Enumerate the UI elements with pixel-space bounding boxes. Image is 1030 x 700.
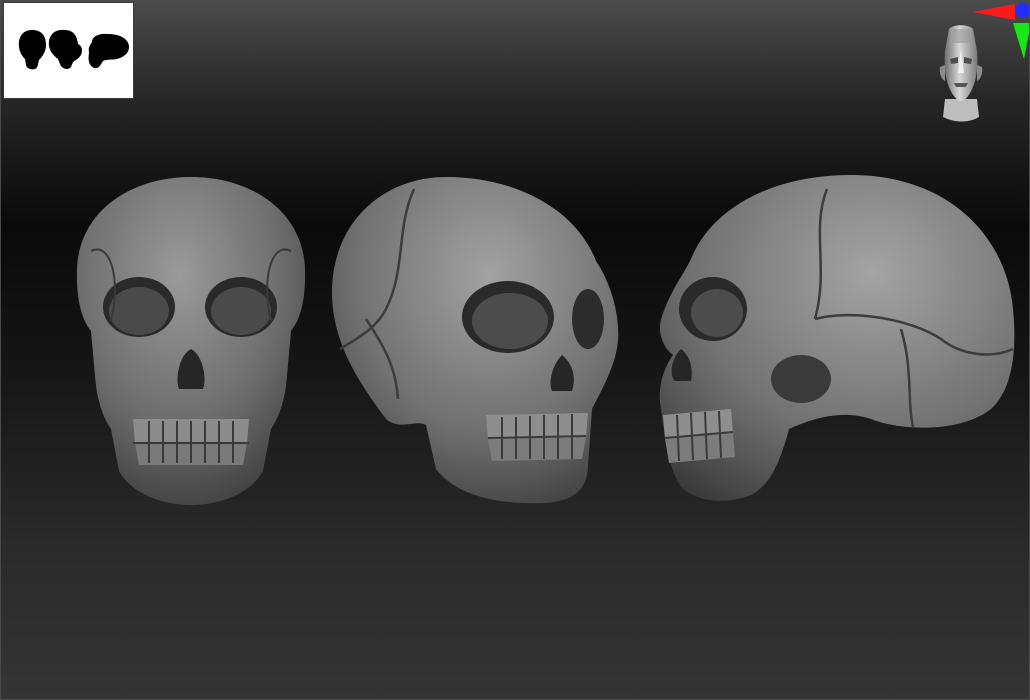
y-axis-arrow-icon: [1013, 23, 1029, 59]
skull-three-quarter-icon[interactable]: [326, 169, 626, 509]
skull-side-icon[interactable]: [651, 169, 1021, 509]
axis-gizmo[interactable]: [969, 1, 1029, 61]
skull-three-quarter-silhouette-icon: [48, 29, 82, 69]
skull-side-silhouette-icon: [88, 33, 129, 69]
skull-front-icon[interactable]: [71, 171, 311, 511]
z-axis-dot-icon: [1015, 2, 1029, 18]
3d-viewport[interactable]: [0, 0, 1030, 700]
x-axis-arrow-icon: [973, 4, 1015, 20]
skull-front-silhouette-icon: [18, 30, 46, 70]
silhouette-thumbnail[interactable]: [4, 3, 133, 98]
